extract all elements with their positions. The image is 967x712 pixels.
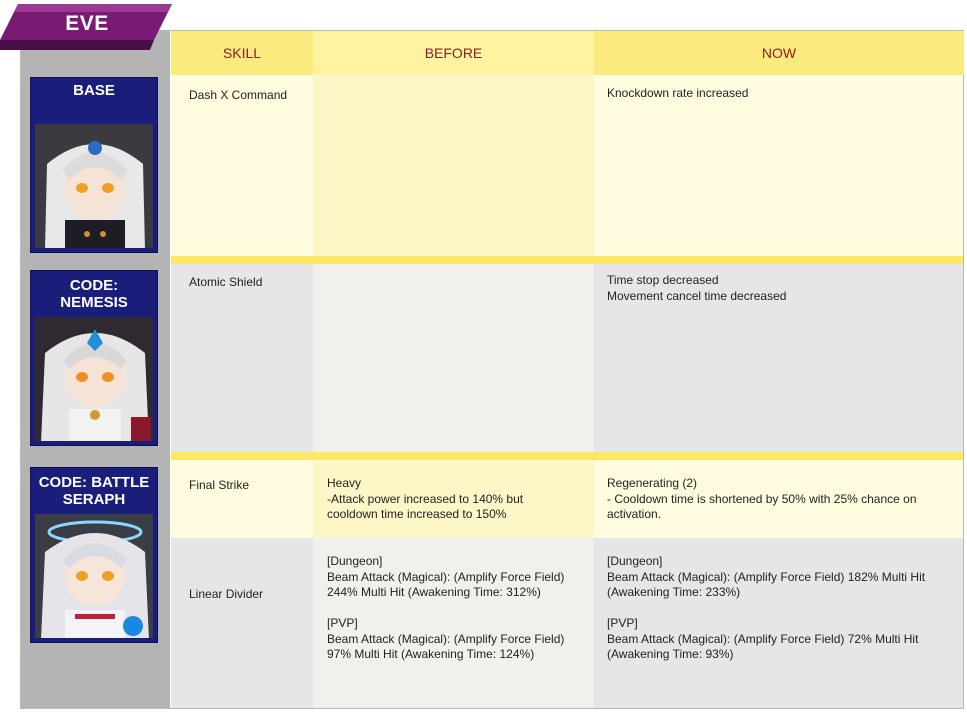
text-line: [PVP] — [607, 616, 638, 630]
now-text: Regenerating (2) - Cooldown time is shor… — [607, 476, 917, 523]
class-name: CODE: BATTLE SERAPH — [38, 474, 150, 508]
text-line: cooldown time increased to 150% — [327, 507, 507, 521]
skill-name: Final Strike — [189, 478, 250, 492]
text-line: (Awakening Time: 93%) — [607, 647, 734, 661]
before-text: Heavy -Attack power increased to 140% bu… — [327, 476, 523, 523]
class-card-nemesis: CODE: NEMESIS — [30, 270, 158, 446]
character-name: EVE — [65, 12, 109, 35]
skill-name: Atomic Shield — [189, 275, 263, 289]
text-line: [Dungeon] — [327, 554, 383, 568]
text-line: Knockdown rate increased — [607, 86, 749, 100]
portrait-battle-seraph — [35, 514, 153, 638]
text-line: - Cooldown time is shortened by 50% with… — [607, 491, 917, 506]
class-card-base: BASE — [30, 77, 158, 253]
now-text: Knockdown rate increased — [607, 86, 748, 102]
before-text: [Dungeon] Beam Attack (Magical): (Amplif… — [327, 554, 564, 663]
header-skill: SKILL — [171, 31, 313, 75]
now-text: [Dungeon] Beam Attack (Magical): (Amplif… — [607, 554, 925, 663]
text-line: [PVP] — [327, 616, 358, 630]
now-text: Time stop decreased Movement cancel time… — [607, 273, 786, 304]
class-card-battle-seraph: CODE: BATTLE SERAPH — [30, 467, 158, 643]
header-before: BEFORE — [313, 31, 594, 75]
text-line: 97% Multi Hit (Awakening Time: 124%) — [327, 647, 535, 661]
text-line: 244% Multi Hit (Awakening Time: 312%) — [327, 585, 541, 599]
text-line: -Attack power increased to 140% but — [327, 491, 524, 506]
text-line: Beam Attack (Magical): (Amplify Force Fi… — [607, 569, 926, 584]
skill-name: Dash X Command — [189, 88, 288, 102]
text-line: Beam Attack (Magical): (Amplify Force Fi… — [327, 631, 565, 646]
text-line: Regenerating (2) — [607, 476, 698, 490]
text-line: [Dungeon] — [607, 554, 663, 568]
character-tab: EVE — [0, 0, 172, 50]
text-line: Movement cancel time decreased — [607, 288, 787, 303]
text-line: Beam Attack (Magical): (Amplify Force Fi… — [327, 569, 565, 584]
text-line: Time stop decreased — [607, 273, 719, 287]
header-now: NOW — [594, 31, 964, 75]
skill-name: Linear Divider — [189, 587, 264, 601]
class-name: CODE: NEMESIS — [60, 277, 128, 311]
text-line: activation. — [607, 507, 662, 521]
portrait-nemesis — [35, 317, 153, 441]
text-line: (Awakening Time: 233%) — [607, 585, 741, 599]
text-line: Heavy — [327, 476, 362, 490]
portrait-base — [35, 124, 153, 248]
class-name: BASE — [73, 82, 115, 99]
text-line: Beam Attack (Magical): (Amplify Force Fi… — [607, 631, 919, 646]
